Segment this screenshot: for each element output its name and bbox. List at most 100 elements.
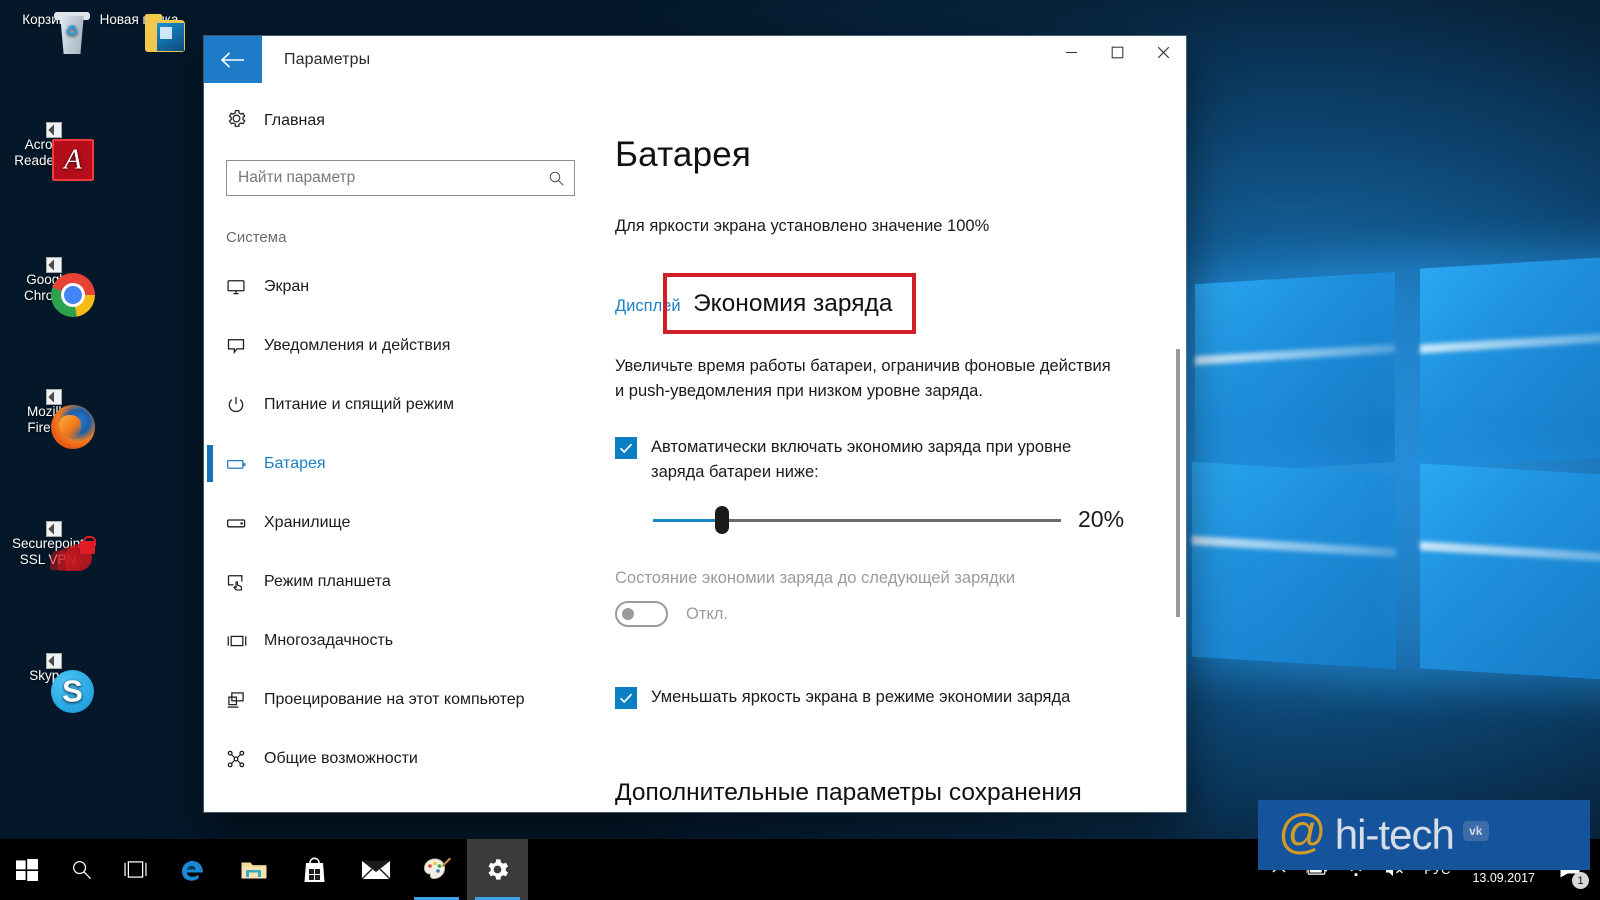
battery-saver-toggle[interactable] (615, 601, 668, 627)
edge-icon (179, 856, 207, 884)
checkmark-icon (619, 443, 633, 454)
multitasking-icon (226, 631, 256, 651)
taskbar-item-microsoft-store[interactable] (284, 839, 345, 900)
sidebar-item-label: Экран (264, 277, 310, 295)
settings-sidebar: Главная Система (204, 83, 597, 812)
sidebar-home-label: Главная (264, 112, 325, 129)
paint-icon (422, 856, 452, 883)
sidebar-item-projecting[interactable]: Проецирование на этот компьютер (204, 670, 597, 729)
wallpaper-pane-1 (1195, 271, 1395, 475)
settings-content: Батарея Для яркости экрана установлено з… (597, 83, 1186, 812)
toggle-knob (622, 608, 634, 620)
minimize-button[interactable] (1048, 36, 1094, 69)
desktop-icon-skype[interactable]: Skype (0, 653, 96, 713)
slider-fill (653, 518, 723, 522)
window-titlebar: Параметры (204, 36, 1186, 83)
action-center-badge: 1 (1572, 872, 1589, 889)
clock-date: 13.09.2017 (1472, 870, 1535, 885)
minimize-icon (1065, 51, 1077, 54)
taskbar-item-settings[interactable] (467, 839, 528, 900)
battery-saver-heading: Экономия заряда (693, 290, 893, 317)
slider-thumb[interactable] (715, 505, 730, 534)
sidebar-item-display[interactable]: Экран (204, 257, 597, 316)
battery-saver-heading-wrapper: Экономия заряда (663, 273, 920, 334)
sidebar-item-label: Питание и спящий режим (264, 395, 455, 413)
dim-screen-checkbox[interactable] (615, 687, 637, 709)
scrollbar-thumb[interactable] (1176, 349, 1180, 617)
display-link[interactable]: Дисплей (615, 297, 681, 316)
sidebar-item-label: Уведомления и действия (264, 336, 451, 354)
sidebar-item-label: Режим планшета (264, 572, 391, 590)
slider-value-label: 20% (1078, 506, 1125, 532)
close-button[interactable] (1140, 36, 1186, 69)
sidebar-item-home[interactable]: Главная (204, 101, 597, 141)
back-button[interactable] (204, 36, 262, 83)
page-title: Батарея (615, 135, 752, 174)
task-view-button[interactable] (108, 839, 162, 900)
start-icon (16, 858, 38, 881)
start-button[interactable] (0, 839, 54, 900)
taskbar-item-microsoft-edge[interactable] (162, 839, 223, 900)
notification-icon (226, 336, 256, 356)
folder-icon (240, 858, 268, 882)
sidebar-item-battery[interactable]: Батарея (204, 434, 597, 493)
auto-enable-checkbox[interactable] (615, 437, 637, 459)
sidebar-item-power-sleep[interactable]: Питание и спящий режим (204, 375, 597, 434)
task-view-icon (123, 861, 147, 878)
desktop-icon-recycle-bin[interactable]: Корзина (0, 12, 96, 54)
mail-icon (361, 859, 391, 881)
taskbar-item-mail[interactable] (345, 839, 406, 900)
search-icon[interactable] (545, 167, 567, 189)
auto-enable-row[interactable]: Автоматически включать экономию заряда п… (615, 435, 1186, 485)
caption-buttons (1048, 36, 1186, 83)
search-box[interactable] (226, 160, 575, 196)
window-body: Главная Система (204, 83, 1186, 812)
sidebar-section-label: Система (226, 229, 287, 246)
battery-saver-status-label: Состояние экономии заряда до следующей з… (615, 569, 1016, 587)
battery-icon (226, 453, 256, 475)
sidebar-item-tablet-mode[interactable]: Режим планшета (204, 552, 597, 611)
sidebar-item-storage[interactable]: Хранилище (204, 493, 597, 552)
watermark-overlay: @ hi-tech vk (1258, 800, 1590, 870)
sidebar-item-notifications[interactable]: Уведомления и действия (204, 316, 597, 375)
toggle-state-label: Откл. (686, 604, 729, 623)
sidebar-item-label: Хранилище (264, 513, 351, 531)
maximize-button[interactable] (1094, 36, 1140, 69)
search-button[interactable] (54, 839, 108, 900)
desktop-icon-acrobat-reader[interactable]: Acrobat Reader DC (0, 122, 96, 181)
projection-icon (226, 690, 256, 710)
desktop-icon-mozilla-firefox[interactable]: Mozilla Firefox (0, 389, 96, 449)
taskbar-item-paint[interactable] (406, 839, 467, 900)
search-wrapper (204, 141, 597, 196)
battery-saver-toggle-row: Откл. (615, 601, 1186, 627)
power-icon (226, 395, 256, 415)
window-title: Параметры (284, 50, 371, 68)
watermark-text: hi-tech (1334, 811, 1455, 858)
arrow-left-icon (220, 51, 244, 68)
content-scrollbar[interactable] (1170, 83, 1186, 812)
battery-saver-status-section: Состояние экономии заряда до следующей з… (615, 569, 1186, 627)
gear-icon (484, 856, 511, 883)
sidebar-item-label: Проецирование на этот компьютер (264, 690, 525, 708)
tablet-mode-icon (226, 572, 256, 592)
wallpaper-pane-2 (1420, 255, 1600, 469)
advanced-settings-heading: Дополнительные параметры сохранения (615, 779, 1082, 806)
brightness-status-text: Для яркости экрана установлено значение … (615, 217, 990, 235)
store-icon (302, 856, 327, 883)
taskbar-item-file-explorer[interactable] (223, 839, 284, 900)
sidebar-item-multitasking[interactable]: Многозадачность (204, 611, 597, 670)
dim-screen-row[interactable]: Уменьшать яркость экрана в режиме эконом… (615, 685, 1186, 710)
sidebar-item-label: Батарея (264, 454, 326, 472)
checkmark-icon (619, 693, 633, 704)
desktop-icon-new-folder[interactable]: Новая папка (91, 12, 187, 52)
close-icon (1157, 46, 1169, 59)
monitor-icon (226, 277, 256, 297)
search-input[interactable] (227, 161, 574, 195)
sidebar-item-shared-experiences[interactable]: Общие возможности (204, 729, 597, 788)
desktop-icon-google-chrome[interactable]: Google Chrome (0, 257, 96, 317)
sidebar-item-label: Многозадачность (264, 631, 394, 649)
auto-enable-label: Автоматически включать экономию заряда п… (651, 438, 1072, 481)
storage-icon (226, 512, 256, 534)
desktop-icon-securepoint-vpn[interactable]: Securepoint SSL VPN (0, 521, 96, 571)
battery-threshold-slider[interactable] (653, 505, 1061, 534)
